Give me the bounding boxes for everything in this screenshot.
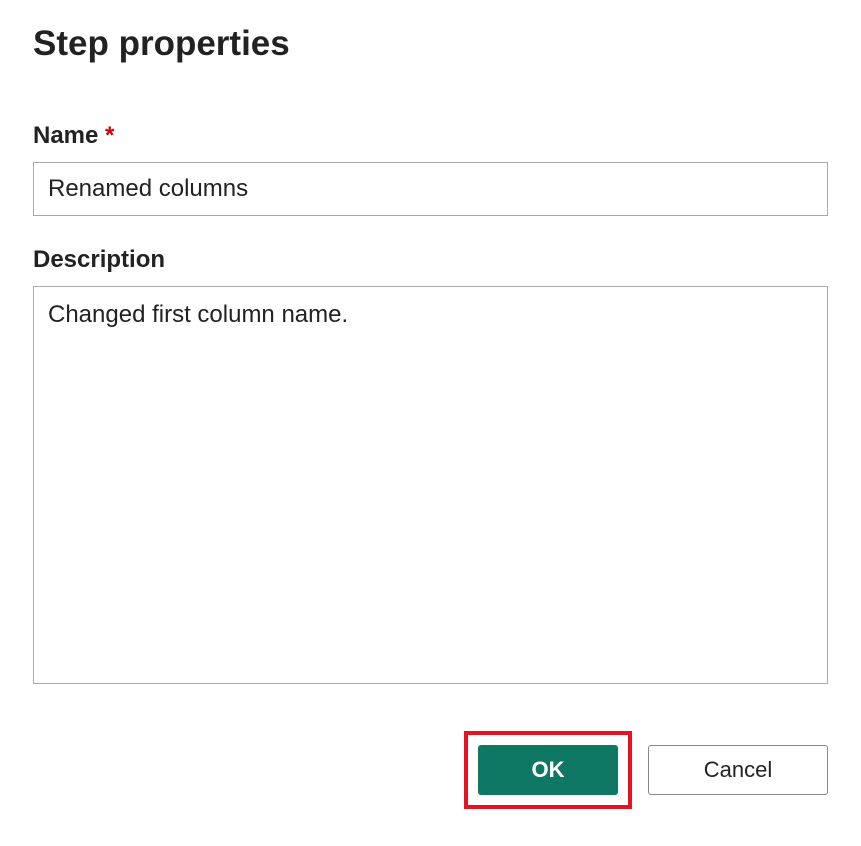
description-field-group: Description Changed first column name. xyxy=(33,246,828,689)
name-field-group: Name * xyxy=(33,122,828,216)
dialog-title: Step properties xyxy=(33,24,828,64)
button-row: OK Cancel xyxy=(33,731,828,809)
ok-button[interactable]: OK xyxy=(478,745,618,795)
name-input[interactable] xyxy=(33,162,828,216)
name-label-text: Name xyxy=(33,122,98,149)
description-textarea[interactable]: Changed first column name. xyxy=(33,286,828,684)
ok-highlight-box: OK xyxy=(464,731,632,809)
name-label: Name * xyxy=(33,122,828,150)
description-label: Description xyxy=(33,246,828,274)
required-asterisk: * xyxy=(105,122,114,149)
cancel-button[interactable]: Cancel xyxy=(648,745,828,795)
